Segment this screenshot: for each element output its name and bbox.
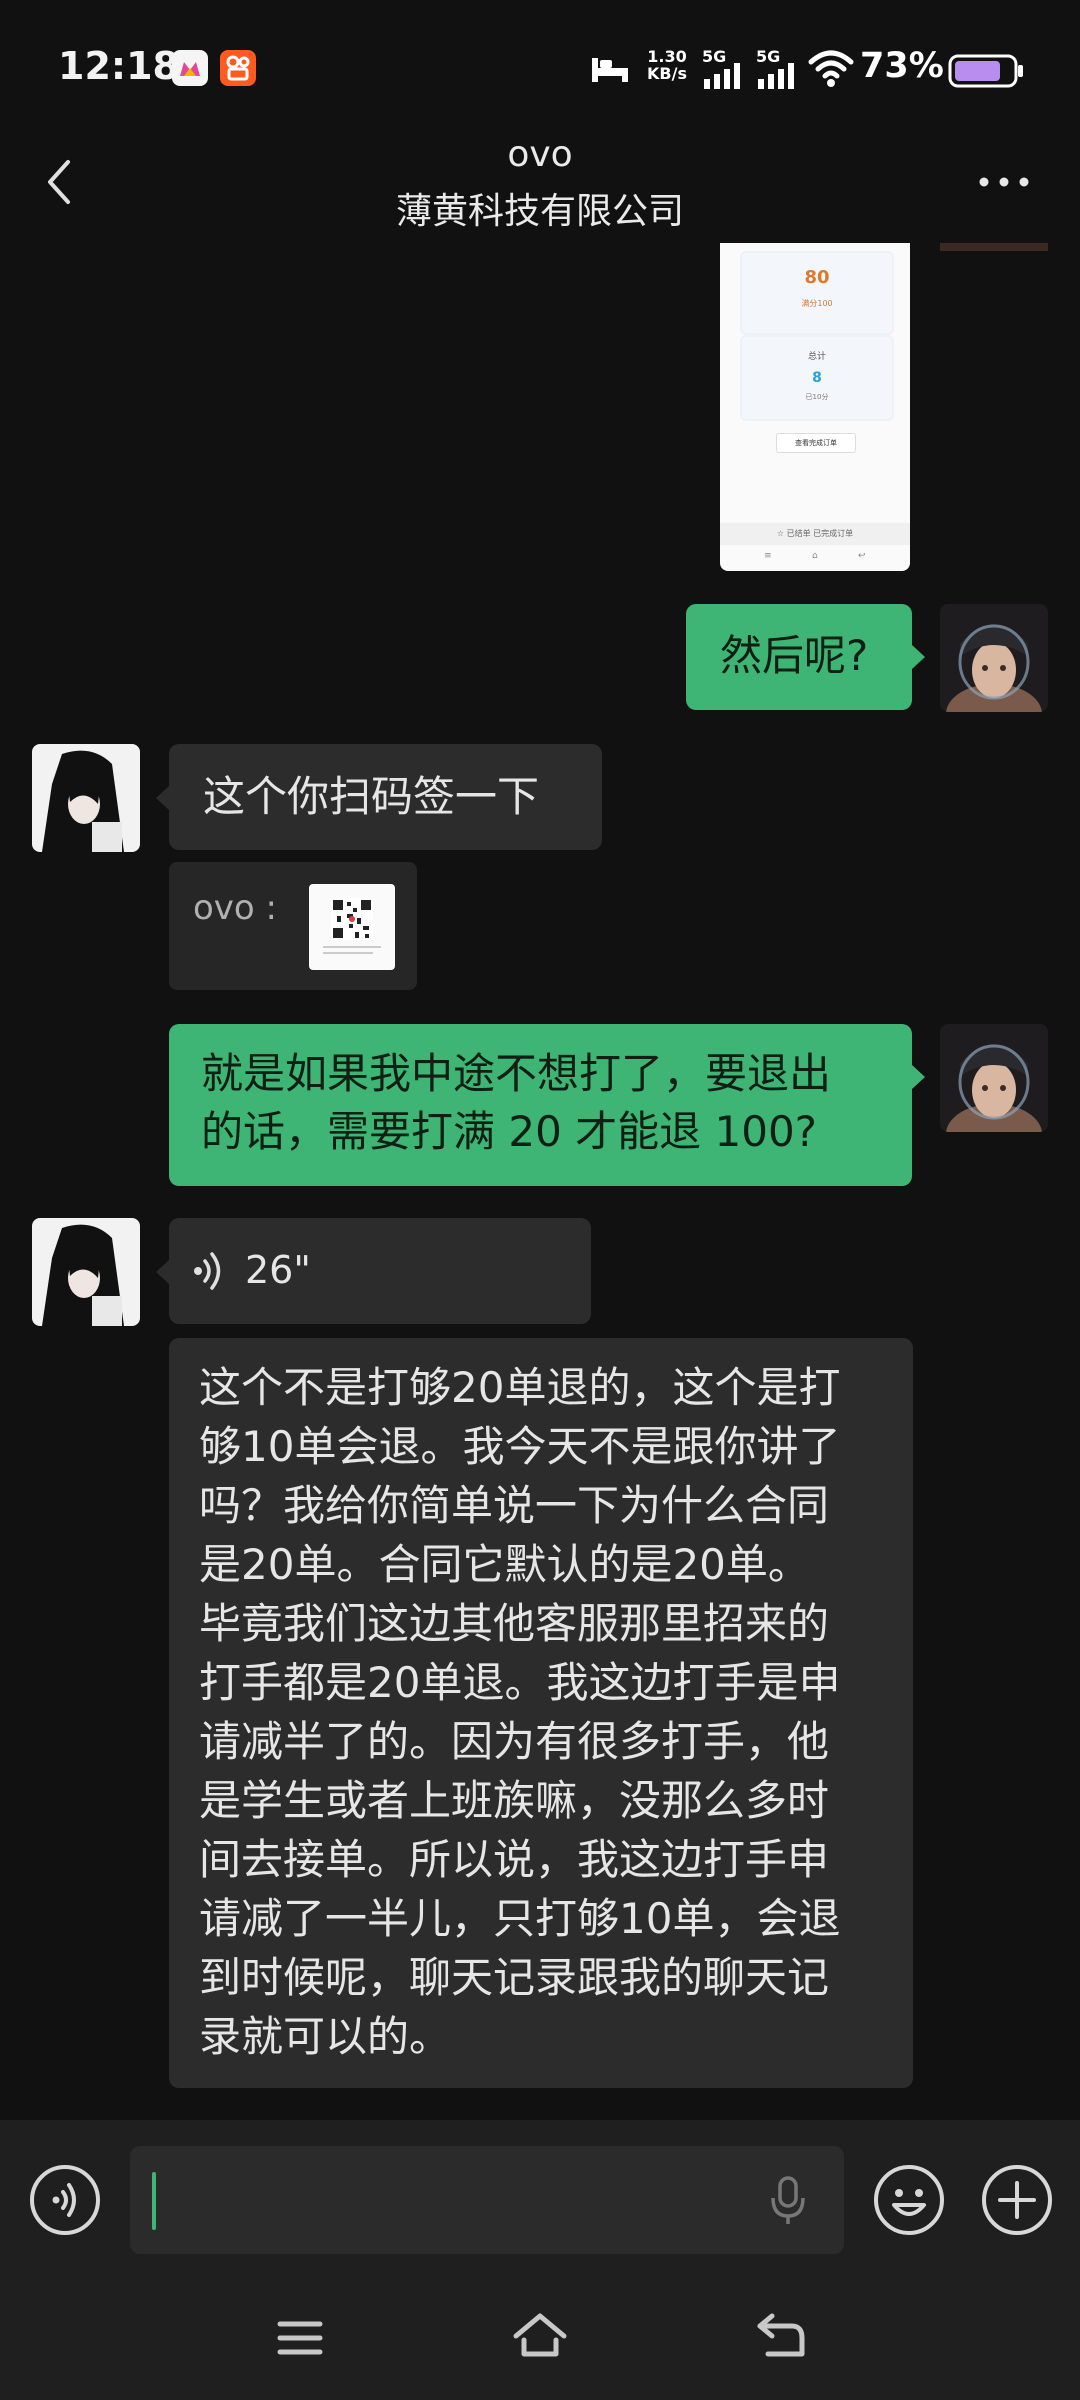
chat-subtitle: 薄黄科技有限公司 — [395, 191, 684, 232]
qr-code-thumbnail[interactable] — [309, 884, 395, 970]
add-icon[interactable] — [980, 2163, 1054, 2237]
voice-input-toggle-icon[interactable] — [28, 2163, 102, 2237]
text-cursor — [152, 2172, 156, 2230]
contact-avatar[interactable] — [32, 1218, 140, 1326]
app-notification-icon — [172, 50, 208, 86]
status-time: 12:18 — [58, 44, 179, 88]
bubble-tail — [912, 1065, 925, 1089]
transcript-line: 毕竟我们这边其他客服那里招来的 — [199, 1599, 830, 1648]
sleep-mode-icon — [590, 54, 630, 88]
signal-2-icon: 5G — [756, 48, 796, 89]
score-value: 80 — [804, 267, 830, 288]
screenshot-navbar: ≡ ⌂ ↩ — [764, 551, 866, 561]
transcript-line: 打手都是20单退。我这边打手是申 — [199, 1658, 841, 1707]
transcript-line: 是20单。合同它默认的是20单。 — [199, 1540, 810, 1589]
score-card: 80 满分100 — [740, 251, 894, 335]
message-text-line2: 的话，需要打满 20 才能退 100? — [201, 1107, 817, 1156]
status-bar: 12:18 1.30 KB/s 5G 5G 73% — [0, 0, 1080, 130]
sent-message[interactable]: 然后呢? — [686, 604, 912, 710]
user-avatar[interactable] — [940, 1024, 1048, 1132]
message-text: 这个你扫码签一下 — [203, 772, 540, 821]
voice-message[interactable]: 26" — [169, 1218, 591, 1324]
battery-icon — [948, 54, 1024, 92]
total-subtext: 已10分 — [805, 393, 829, 401]
screenshot-button: 查看完成订单 — [776, 433, 856, 453]
chat-title: ovo — [507, 134, 573, 175]
quoted-image-message[interactable]: ovo : — [169, 862, 417, 990]
transcript-text: 这个不是打够20单退的，这个是打 够10单会退。我今天不是跟你讲了 吗？我给你简单说… — [199, 1358, 840, 2066]
total-card: 总计 8 已10分 — [740, 335, 894, 421]
voice-transcript[interactable]: 这个不是打够20单退的，这个是打 够10单会退。我今天不是跟你讲了 吗？我给你简单说… — [169, 1338, 913, 2088]
input-bar — [0, 2120, 1080, 2280]
signal-1-icon: 5G — [702, 48, 742, 89]
kuaishou-icon — [220, 50, 256, 86]
menu-icon[interactable] — [276, 2318, 324, 2362]
bubble-tail — [912, 645, 925, 669]
transcript-line: 间去接单。所以说，我这边打手申 — [199, 1835, 830, 1884]
voice-wave-icon — [193, 1250, 225, 1296]
transcript-line: 够10单会退。我今天不是跟你讲了 — [199, 1422, 841, 1471]
received-message[interactable]: 这个你扫码签一下 — [169, 744, 602, 850]
sent-image-message[interactable]: 80 满分100 总计 8 已10分 查看完成订单 ☆ 已结单 已完成订单 ≡ … — [720, 243, 910, 571]
voice-duration: 26" — [245, 1248, 311, 1292]
emoji-icon[interactable] — [872, 2163, 946, 2237]
transcript-line: 吗？我给你简单说一下为什么合同 — [199, 1481, 830, 1530]
wifi-icon — [808, 48, 854, 92]
user-avatar[interactable] — [940, 604, 1048, 712]
message-text-line1: 就是如果我中途不想打了，要退出 — [201, 1049, 832, 1098]
transcript-line: 这个不是打够20单退的，这个是打 — [199, 1363, 841, 1412]
transcript-line: 是学生或者上班族嘛，没那么多时 — [199, 1776, 830, 1825]
score-subtext: 满分100 — [801, 299, 833, 308]
back-icon[interactable] — [754, 2312, 806, 2364]
transcript-line: 到时候呢，聊天记录跟我的聊天记 — [199, 1953, 830, 2002]
user-avatar-top[interactable] — [940, 243, 1048, 251]
sent-message-long[interactable]: 就是如果我中途不想打了，要退出 的话，需要打满 20 才能退 100? — [169, 1024, 912, 1186]
bubble-tail — [156, 1260, 169, 1284]
screenshot-footer: ☆ 已结单 已完成订单 — [720, 523, 910, 545]
total-label: 总计 — [807, 352, 826, 362]
quote-sender: ovo : — [193, 888, 277, 928]
transcript-line: 请减了一半儿，只打够10单，会退 — [199, 1894, 841, 1943]
transcript-line: 请减半了的。因为有很多打手，他 — [199, 1717, 830, 1766]
total-value: 8 — [812, 370, 822, 386]
battery-percent: 73% — [860, 46, 944, 86]
message-text: 然后呢? — [720, 631, 869, 680]
bubble-tail — [156, 786, 169, 810]
transcript-line: 录就可以的。 — [199, 2012, 452, 2061]
microphone-icon[interactable] — [770, 2176, 806, 2230]
message-input[interactable] — [130, 2146, 844, 2254]
network-speed: 1.30 KB/s — [647, 47, 687, 83]
contact-avatar[interactable] — [32, 744, 140, 852]
system-nav-bar — [0, 2280, 1080, 2400]
home-icon[interactable] — [510, 2310, 570, 2364]
